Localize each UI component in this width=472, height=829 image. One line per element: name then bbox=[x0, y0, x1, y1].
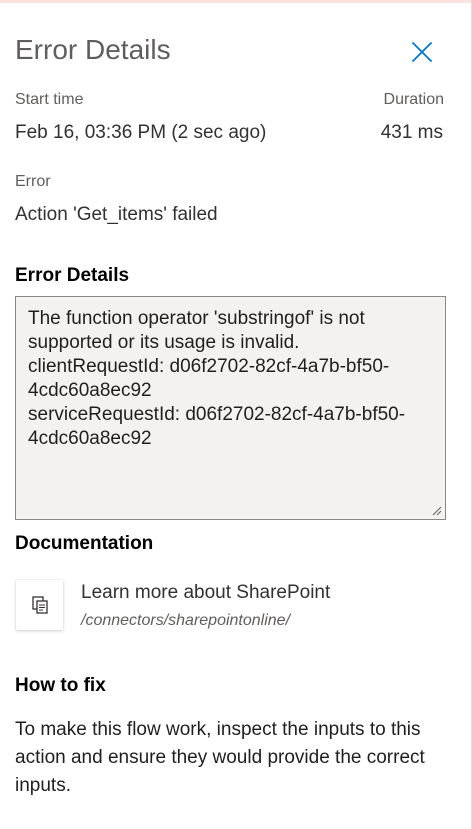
start-time-label: Start time bbox=[15, 91, 84, 108]
how-to-fix-heading: How to fix bbox=[15, 675, 106, 696]
duration-value: 431 ms bbox=[380, 122, 443, 143]
error-details-textarea[interactable]: The function operator 'substringof' is n… bbox=[15, 296, 446, 520]
how-to-fix-text: To make this flow work, inspect the inpu… bbox=[15, 719, 425, 796]
documentation-heading: Documentation bbox=[15, 533, 154, 554]
documentation-path: /connectors/sharepointonline/ bbox=[81, 612, 291, 629]
panel-title: Error Details bbox=[15, 34, 171, 65]
error-details-panel: Error Details Start time Duration Feb 16… bbox=[0, 0, 471, 829]
error-details-text: The function operator 'substringof' is n… bbox=[28, 308, 406, 449]
duration-label: Duration bbox=[383, 91, 444, 108]
resize-handle-icon[interactable] bbox=[432, 506, 442, 516]
close-button[interactable] bbox=[404, 34, 440, 70]
documentation-icon-button[interactable] bbox=[16, 580, 63, 630]
close-icon bbox=[412, 42, 432, 62]
error-message: Action 'Get_items' failed bbox=[15, 204, 218, 225]
documentation-link[interactable]: Learn more about SharePoint bbox=[81, 581, 330, 605]
copy-document-icon bbox=[31, 596, 48, 614]
error-details-heading: Error Details bbox=[15, 265, 130, 286]
start-time-value: Feb 16, 03:36 PM (2 sec ago) bbox=[15, 122, 267, 143]
error-label: Error bbox=[15, 173, 51, 190]
